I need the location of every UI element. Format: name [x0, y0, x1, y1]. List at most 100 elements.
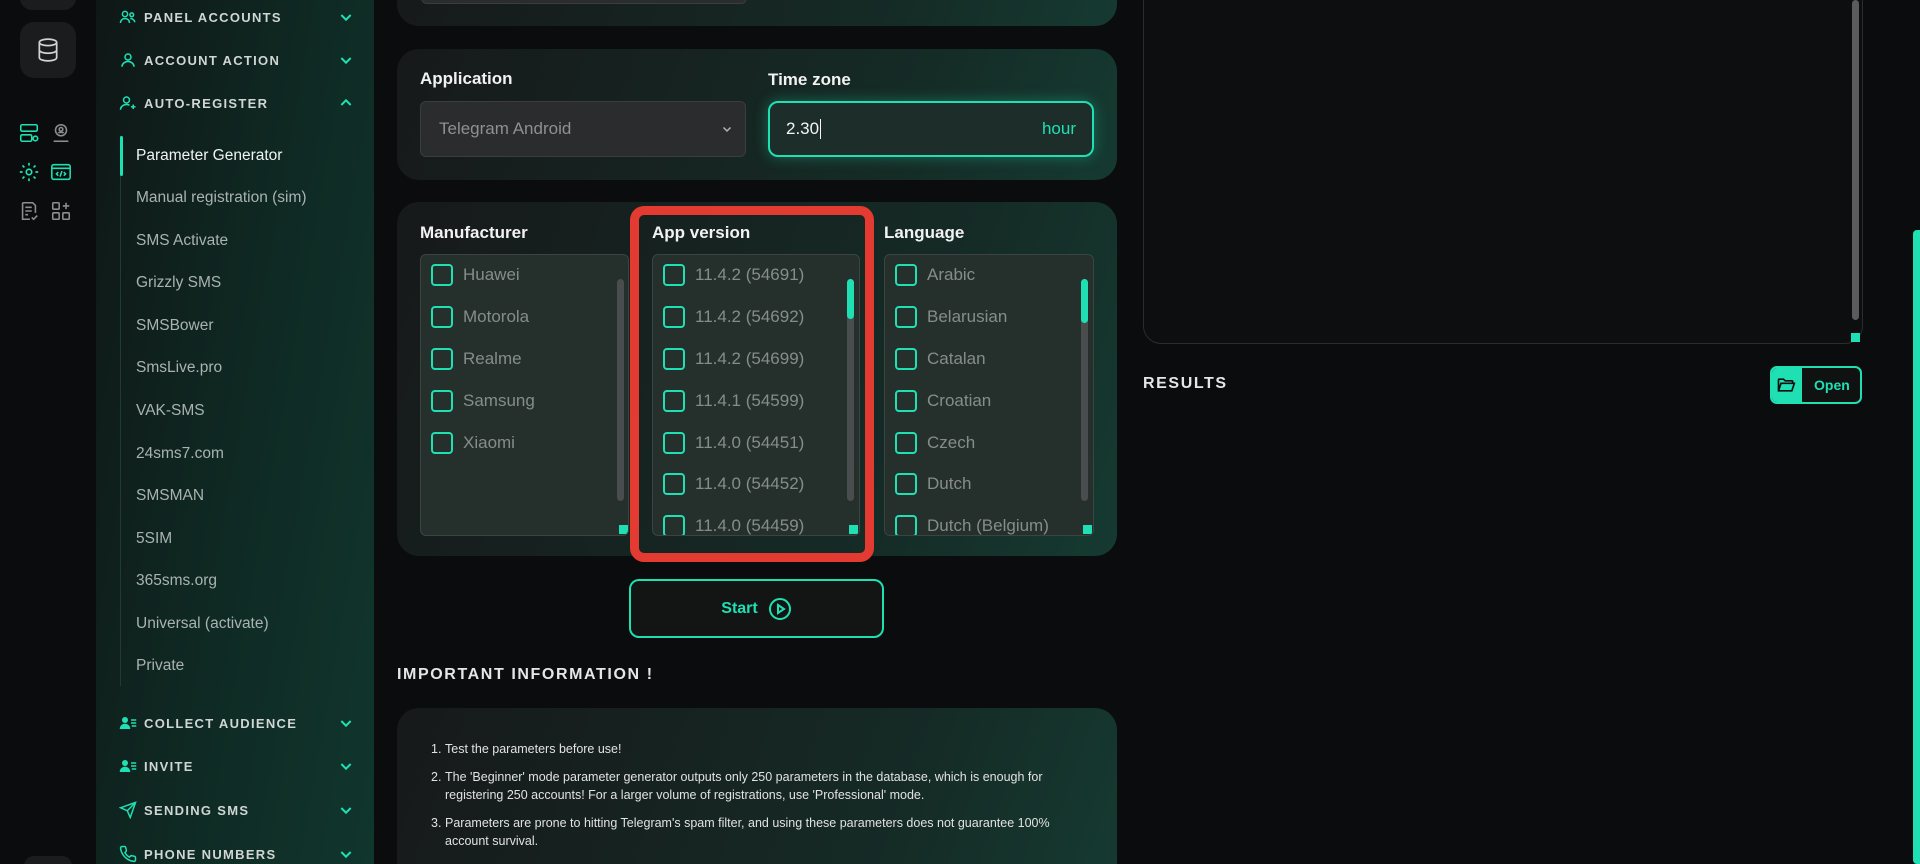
checkbox[interactable] — [895, 306, 917, 328]
nav-item-smsman[interactable]: SMSMAN — [136, 481, 356, 511]
nav-item-grizzly-sms[interactable]: Grizzly SMS — [136, 268, 356, 298]
nav-section-label: ACCOUNT ACTION — [144, 52, 281, 68]
checkbox[interactable] — [895, 390, 917, 412]
manufacturer-option[interactable]: Xiaomi — [431, 430, 515, 456]
nav-item-vak-sms[interactable]: VAK-SMS — [136, 396, 356, 426]
checkbox[interactable] — [431, 306, 453, 328]
nav-section-invite[interactable]: INVITE — [118, 749, 354, 783]
resize-handle[interactable] — [619, 525, 628, 534]
manufacturer-list[interactable]: Huawei Motorola Realme Samsung Xiaomi — [420, 254, 629, 536]
nav-item-smsbower[interactable]: SMSBower — [136, 311, 356, 341]
language-label: Language — [884, 223, 965, 242]
nav-section-sending-sms[interactable]: SENDING SMS — [118, 793, 354, 827]
nav-section-panel-accounts[interactable]: PANEL ACCOUNTS — [118, 0, 354, 34]
output-textarea[interactable] — [1143, 0, 1863, 344]
active-item-indicator — [120, 136, 123, 176]
rail-top-button[interactable] — [20, 0, 76, 10]
nav-section-collect-audience[interactable]: COLLECT AUDIENCE — [118, 706, 354, 740]
language-option[interactable]: Dutch — [895, 471, 971, 497]
nav-item-5sim[interactable]: 5SIM — [136, 524, 356, 554]
nav-item-sms-activate[interactable]: SMS Activate — [136, 226, 356, 256]
start-button[interactable]: Start — [629, 579, 884, 638]
chevron-down-icon — [340, 14, 352, 22]
language-option[interactable]: Arabic — [895, 262, 975, 288]
checkbox[interactable] — [895, 432, 917, 454]
app-timezone-card: Application Telegram Android Time zone 2… — [397, 49, 1117, 180]
manufacturer-option[interactable]: Realme — [431, 346, 522, 372]
nav-section-phone-numbers[interactable]: PHONE NUMBERS — [118, 837, 354, 864]
option-label: Samsung — [463, 391, 535, 410]
play-circle-icon — [768, 597, 791, 620]
option-label: Realme — [463, 349, 522, 368]
scrollbar-track[interactable] — [617, 279, 624, 501]
page-scrollbar[interactable] — [1913, 230, 1920, 864]
server-list-icon[interactable] — [18, 120, 40, 146]
checkbox[interactable] — [895, 264, 917, 286]
scrollbar-thumb[interactable] — [1081, 279, 1088, 323]
icon-rail — [0, 0, 96, 864]
application-select[interactable]: Telegram Android — [420, 101, 746, 157]
rail-bottom-button[interactable] — [24, 856, 72, 864]
timezone-label: Time zone — [768, 70, 851, 89]
chevron-down-icon — [340, 851, 352, 859]
nav-section-label: PHONE NUMBERS — [144, 846, 277, 862]
info-item-text: Parameters are prone to hitting Telegram… — [445, 816, 1050, 848]
language-option[interactable]: Czech — [895, 430, 975, 456]
option-label: Dutch (Belgium) — [927, 516, 1049, 535]
textarea-resize-handle[interactable] — [1851, 333, 1860, 342]
nav-section-account-action[interactable]: ACCOUNT ACTION — [118, 43, 354, 77]
nav-item-manual-registration[interactable]: Manual registration (sim) — [136, 183, 356, 213]
settings-gear-icon[interactable] — [18, 159, 40, 185]
language-option[interactable]: Croatian — [895, 388, 991, 414]
timezone-input[interactable]: 2.30 hour — [768, 101, 1094, 157]
nav-section-label: SENDING SMS — [144, 802, 250, 818]
checkbox[interactable] — [431, 390, 453, 412]
language-option[interactable]: Dutch (Belgium) — [895, 513, 1049, 535]
option-label: Xiaomi — [463, 433, 515, 452]
checkbox[interactable] — [895, 473, 917, 495]
textarea-scrollbar[interactable] — [1852, 0, 1859, 320]
option-label: Croatian — [927, 391, 992, 410]
top-field[interactable] — [421, 0, 747, 4]
option-label: Dutch — [927, 474, 972, 493]
checkbox[interactable] — [431, 432, 453, 454]
open-results-button[interactable]: Open — [1770, 366, 1862, 404]
nav-item-24sms7[interactable]: 24sms7.com — [136, 439, 356, 469]
checkbox[interactable] — [895, 348, 917, 370]
code-window-icon[interactable] — [50, 159, 72, 185]
checkbox[interactable] — [431, 348, 453, 370]
folder-open-icon — [1772, 368, 1802, 402]
nav-item-private[interactable]: Private — [136, 651, 356, 681]
user-icon — [118, 50, 138, 70]
nav-section-auto-register[interactable]: AUTO-REGISTER — [118, 86, 354, 120]
language-list[interactable]: Arabic Belarusian Catalan Croatian Czech… — [884, 254, 1094, 536]
widgets-icon[interactable] — [50, 198, 72, 224]
nav-sidebar: PANEL ACCOUNTS ACCOUNT ACTION AUTO-REGIS… — [96, 0, 374, 864]
language-option[interactable]: Catalan — [895, 346, 986, 372]
option-label: Belarusian — [927, 307, 1008, 326]
info-card: 1. Test the parameters before use! 2. The … — [397, 708, 1117, 864]
resize-handle[interactable] — [1083, 525, 1092, 534]
chevron-down-icon — [340, 807, 352, 815]
checkbox[interactable] — [431, 264, 453, 286]
option-label: Huawei — [463, 265, 520, 284]
chevron-down-icon — [722, 126, 732, 133]
location-user-icon[interactable] — [50, 120, 72, 146]
manufacturer-option[interactable]: Samsung — [431, 388, 535, 414]
nav-item-universal-activate[interactable]: Universal (activate) — [136, 609, 356, 639]
database-button[interactable] — [20, 22, 76, 78]
info-item-text: The 'Beginner' mode parameter generator … — [445, 770, 1043, 802]
checkbox[interactable] — [895, 515, 917, 535]
manufacturer-option[interactable]: Huawei — [431, 262, 520, 288]
manufacturer-option[interactable]: Motorola — [431, 304, 529, 330]
nav-item-smslive[interactable]: SmsLive.pro — [136, 353, 356, 383]
user-list-icon — [118, 756, 138, 776]
results-label: RESULTS — [1143, 375, 1228, 392]
text-caret — [820, 119, 822, 139]
top-card — [397, 0, 1117, 26]
language-option[interactable]: Belarusian — [895, 304, 1007, 330]
chevron-down-icon — [340, 720, 352, 728]
task-list-icon[interactable] — [18, 198, 40, 224]
nav-item-365sms[interactable]: 365sms.org — [136, 566, 356, 596]
nav-item-parameter-generator[interactable]: Parameter Generator — [136, 141, 356, 171]
